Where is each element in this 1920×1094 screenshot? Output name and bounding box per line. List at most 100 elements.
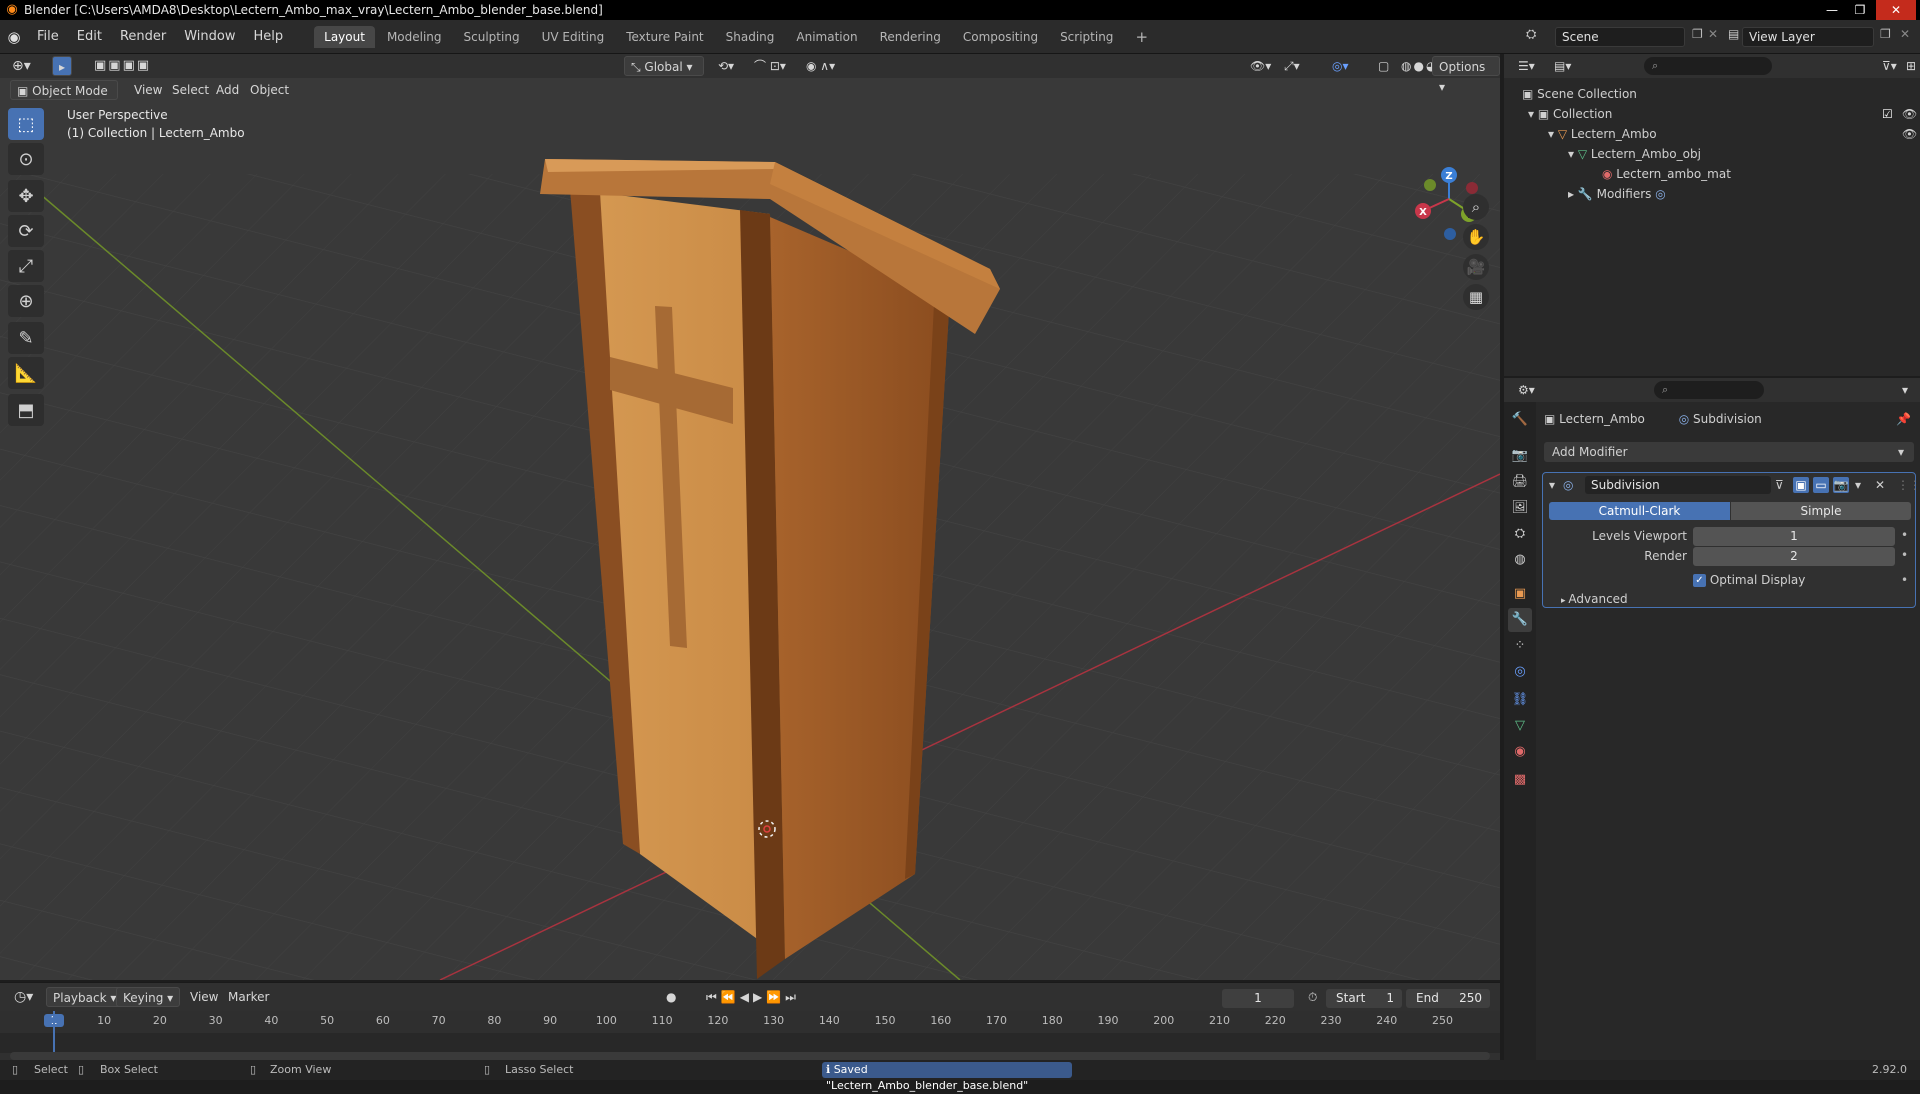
visibility-toggle-icon[interactable]: 👁▾ [1244,56,1277,76]
tab-animation[interactable]: Animation [786,26,867,48]
levels-viewport-field[interactable]: 1 [1693,527,1895,546]
object-mode-dropdown[interactable]: ▣ Object Mode ▾ [10,80,118,118]
remove-modifier-icon[interactable]: ✕ [1875,473,1885,497]
outliner[interactable]: ☰▾ ▤▾ ⌕ ⊽▾ ⊞ ▣ Scene Collection ▾ ▣ Coll… [1504,54,1920,376]
add-cube-tool-icon[interactable]: ⬒ [8,394,44,426]
display-mode-icon[interactable]: ▤▾ [1548,56,1577,76]
filter-icon[interactable]: ⊽▾ [1876,56,1903,76]
view-layer-icon[interactable]: ▤ [1728,27,1739,41]
particles-tab-icon[interactable]: ⁘ [1508,634,1532,658]
tab-modeling[interactable]: Modeling [377,26,452,48]
viewport-menu-select[interactable]: Select [166,80,215,100]
select-box-tool-icon[interactable]: ⬚ [8,108,44,140]
perspective-toggle-icon[interactable]: ▦ [1463,284,1489,310]
world-tab-icon[interactable]: ◍ [1508,548,1532,572]
collection-visibility-icon[interactable]: 👁 [1902,104,1917,124]
start-frame-field[interactable]: Start 1 [1326,989,1402,1008]
gizmo-toggle-icon[interactable]: ⤢▾ [1278,56,1306,76]
expand-arrow-icon[interactable]: ▾ [1528,107,1538,121]
tab-uv-editing[interactable]: UV Editing [532,26,615,48]
annotate-tool-icon[interactable]: ✎ [8,322,44,354]
expand-arrow-icon[interactable]: ▾ [1548,127,1558,141]
tree-row-lectern-ambo[interactable]: ▾ ▽ Lectern_Ambo 👁 [1548,124,1920,144]
minimize-button[interactable]: — [1818,0,1846,20]
output-tab-icon[interactable]: 🖨 [1508,470,1532,494]
render-levels-keyframe-icon[interactable]: • [1901,548,1908,562]
timeline-editor[interactable]: ◷▾ Playback ▾ Keying ▾ View Marker ● ⏮⏪◀… [0,982,1500,1067]
view-layer-tab-icon[interactable]: 🖼 [1508,496,1532,520]
texture-tab-icon[interactable]: ▩ [1508,768,1532,792]
tab-rendering[interactable]: Rendering [870,26,951,48]
timeline-frames-area[interactable]: 1102030405060708090100110120130140150160… [0,1011,1500,1053]
transform-orientation-dropdown[interactable]: ⤡ Global ▾ [624,56,704,76]
menu-file[interactable]: File [28,29,68,44]
viewport-menu-add[interactable]: Add [210,80,245,100]
scale-tool-icon[interactable]: ⤢ [8,250,44,282]
timeline-menu-keying[interactable]: Keying ▾ [116,987,181,1007]
viewport-display-icon[interactable]: ▭ [1813,477,1829,493]
playhead-line[interactable] [53,1011,55,1053]
tab-layout[interactable]: Layout [314,25,375,48]
xray-toggle-icon[interactable]: ▢ [1372,56,1395,76]
physics-tab-icon[interactable]: ◎ [1508,660,1532,684]
new-scene-icon[interactable]: ❐ [1692,27,1703,41]
scene-selector[interactable]: Scene [1555,27,1685,47]
collapse-arrow-icon[interactable]: ▸ [1568,187,1578,201]
transform-tool-icon[interactable]: ⊕ [8,285,44,317]
object-visibility-icon[interactable]: 👁 [1902,124,1917,144]
zoom-icon[interactable]: ⌕ [1463,194,1489,220]
modifier-menu-chevron-icon[interactable]: ▾ [1855,473,1861,497]
optimal-display-keyframe-icon[interactable]: • [1901,573,1908,587]
properties-options-icon[interactable]: ▾ [1896,380,1914,400]
tab-sculpting[interactable]: Sculpting [454,26,530,48]
render-tab-icon[interactable]: 📷 [1508,444,1532,468]
record-keyframe-icon[interactable]: ● [660,987,682,1007]
properties-editor-type-icon[interactable]: ⚙▾ [1512,380,1541,400]
pan-hand-icon[interactable]: ✋ [1463,224,1489,250]
editmode-display-icon[interactable]: ▣ [1793,477,1809,493]
timeline-menu-playback[interactable]: Playback ▾ [46,987,124,1007]
tree-row-scene-collection[interactable]: ▣ Scene Collection [1522,84,1637,104]
pivot-point-icon[interactable]: ⟲▾ [712,56,740,76]
drag-handle-icon[interactable]: ⋮⋮ [1897,473,1920,497]
scene-tab-icon[interactable]: ⛭ [1508,522,1532,546]
timeline-scrollbar[interactable] [10,1052,1490,1060]
advanced-subpanel-header[interactable]: ▸ Advanced [1561,591,1628,609]
maximize-button[interactable]: ❐ [1846,0,1874,20]
tree-row-modifiers[interactable]: ▸ 🔧 Modifiers ◎ [1568,184,1666,204]
menu-window[interactable]: Window [175,29,244,44]
scene-icon[interactable]: ⛭ [1526,27,1536,42]
menu-help[interactable]: Help [245,29,293,44]
collection-checkbox-icon[interactable]: ☑ [1882,104,1893,124]
material-tab-icon[interactable]: ◉ [1508,740,1532,764]
new-collection-icon[interactable]: ⊞ [1900,56,1920,76]
tree-row-collection[interactable]: ▾ ▣ Collection ☑ 👁 [1528,104,1920,124]
remove-view-layer-icon[interactable]: ✕ [1900,27,1910,41]
optimal-display-checkbox[interactable]: ✓ [1693,574,1706,587]
pin-icon[interactable]: 📌 [1896,408,1911,430]
optimal-display-row[interactable]: ✓ Optimal Display [1693,572,1805,588]
new-view-layer-icon[interactable]: ❐ [1880,27,1891,41]
rotate-tool-icon[interactable]: ⟳ [8,215,44,247]
render-levels-field[interactable]: 2 [1693,547,1895,566]
edit-mode-toggle-icon[interactable]: ⊽ [1775,473,1784,497]
measure-tool-icon[interactable]: 📐 [8,357,44,389]
timeline-menu-view[interactable]: View [184,987,224,1007]
add-modifier-dropdown[interactable]: Add Modifier ▾ [1544,442,1914,462]
data-tab-icon[interactable]: ▽ [1508,714,1532,738]
modifier-tab-icon[interactable]: 🔧 [1508,608,1532,632]
playback-controls-icons[interactable]: ⏮⏪◀▶⏩⏭ [700,987,806,1007]
properties-editor[interactable]: ⚙▾ ⌕ ▾ 🔨 📷 🖨 🖼 ⛭ ◍ ▣ 🔧 ⁘ ◎ ⛓ ▽ ◉ ▩ ▣ Lec… [1504,378,1920,1060]
status-report[interactable]: ℹ Saved "Lectern_Ambo_blender_base.blend… [822,1062,1072,1092]
overlay-toggle-icon[interactable]: ◎▾ [1326,56,1355,76]
expand-arrow-icon[interactable]: ▾ [1568,147,1578,161]
end-frame-field[interactable]: End 250 [1406,989,1490,1008]
move-tool-icon[interactable]: ✥ [8,180,44,212]
timeline-menu-marker[interactable]: Marker [222,987,275,1007]
tool-tab-icon[interactable]: 🔨 [1508,408,1532,432]
outliner-editor-type-icon[interactable]: ☰▾ [1512,56,1541,76]
tab-texture-paint[interactable]: Texture Paint [616,26,713,48]
selection-mode-icons[interactable]: ▣▣▣▣ [88,56,157,76]
cursor-tool-icon[interactable]: ⊙ [8,143,44,175]
object-tab-icon[interactable]: ▣ [1508,582,1532,606]
